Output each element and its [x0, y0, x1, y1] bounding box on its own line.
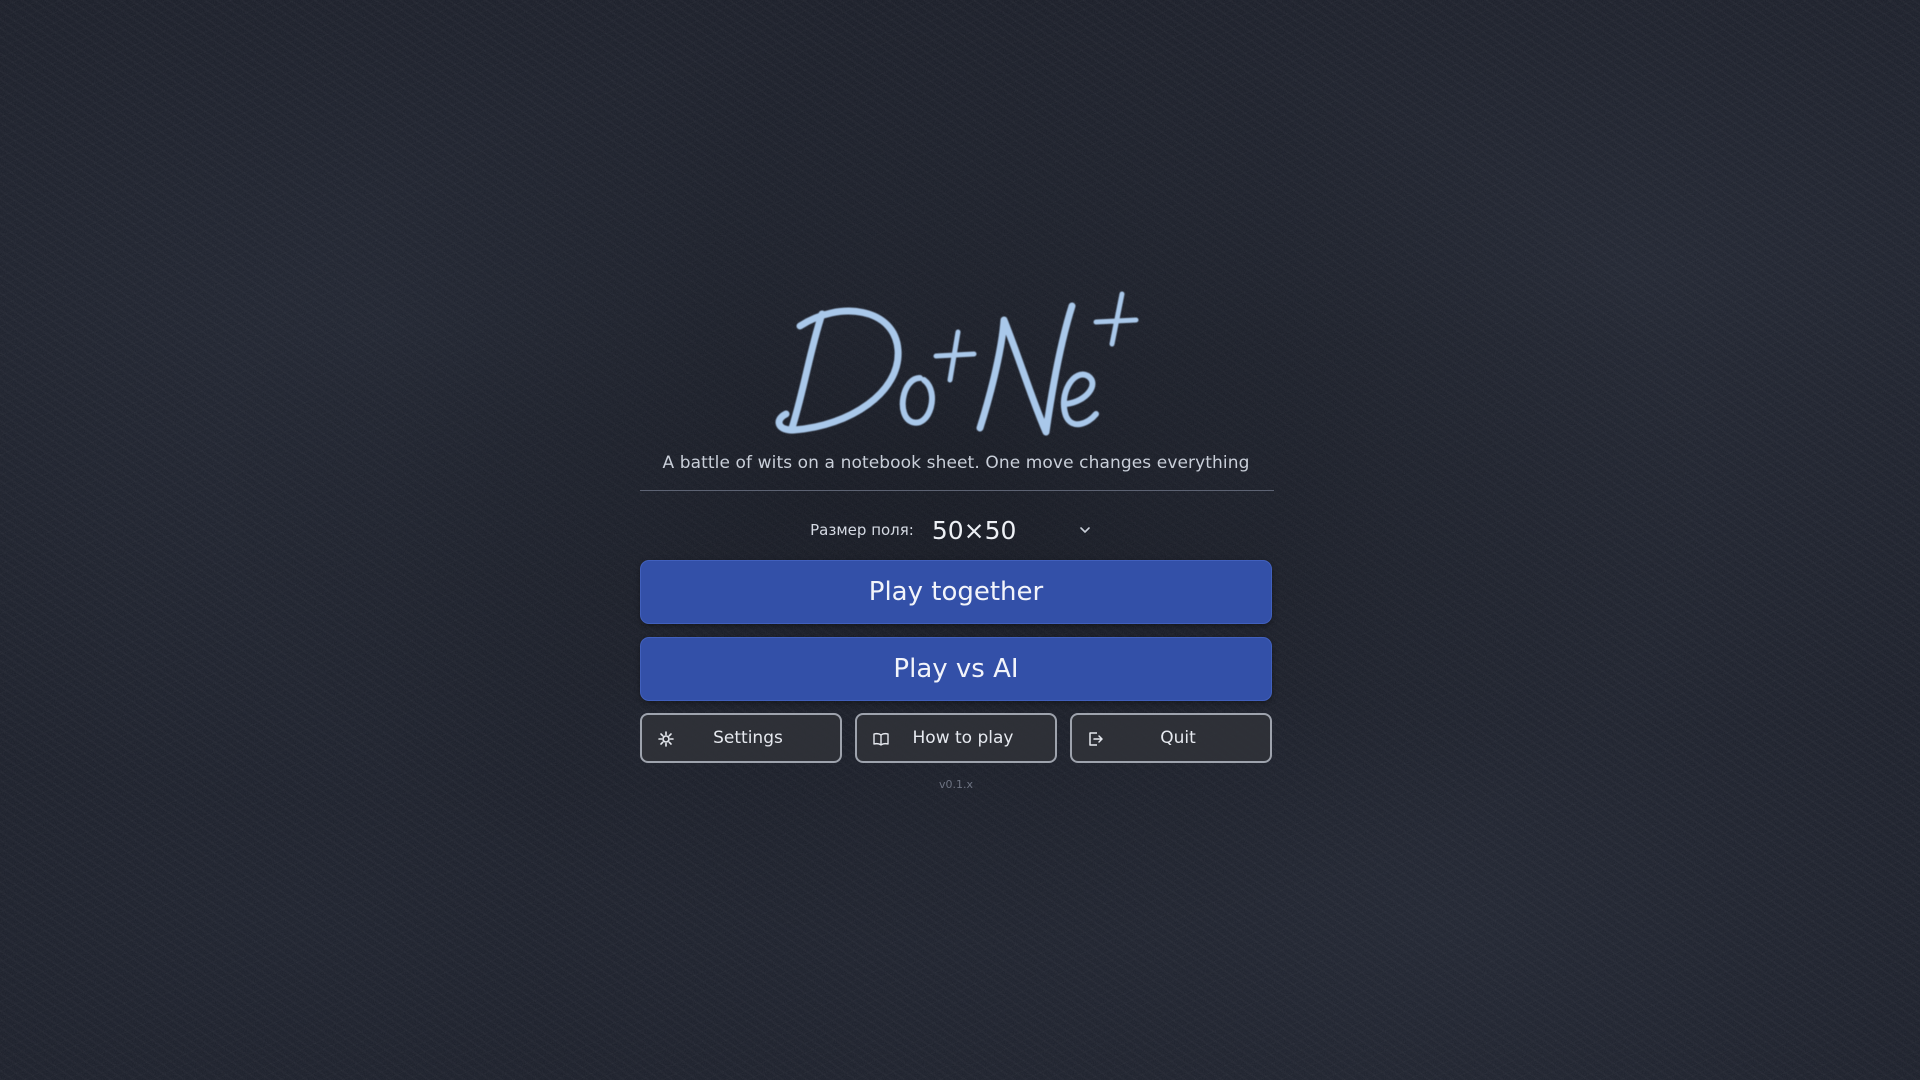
settings-label: Settings — [713, 728, 783, 748]
quit-label: Quit — [1160, 728, 1196, 748]
tagline: A battle of wits on a notebook sheet. On… — [662, 453, 1250, 473]
how-to-play-button[interactable]: How to play — [855, 713, 1057, 763]
play-vs-ai-button[interactable]: Play vs AI — [640, 637, 1272, 701]
board-size-select[interactable]: 50×50 — [932, 510, 1102, 550]
exit-icon — [1089, 732, 1103, 746]
how-to-play-label: How to play — [912, 728, 1014, 748]
board-size-value: 50×50 — [931, 515, 1017, 545]
book-icon — [873, 733, 889, 746]
board-size-label: Размер поля: — [810, 521, 914, 539]
play-together-button[interactable]: Play together — [640, 560, 1272, 624]
settings-button[interactable]: Settings — [640, 713, 842, 763]
quit-button[interactable]: Quit — [1070, 713, 1272, 763]
game-logo — [775, 291, 1139, 436]
divider — [640, 490, 1274, 491]
gear-icon — [658, 731, 674, 747]
board-size-row: Размер поля: 50×50 — [640, 508, 1272, 552]
version-label: v0.1.x — [938, 778, 973, 791]
chevron-down-icon — [1080, 527, 1090, 534]
